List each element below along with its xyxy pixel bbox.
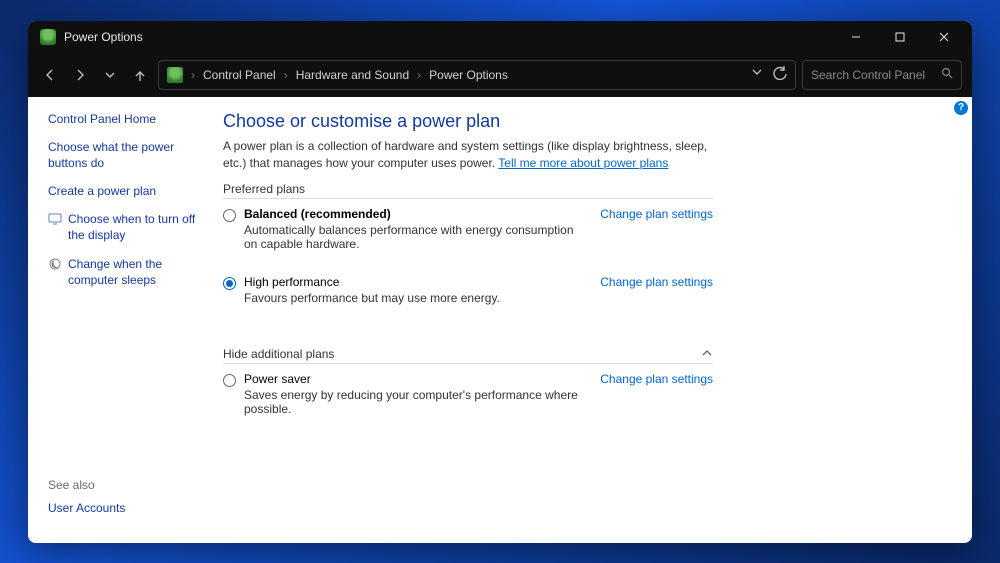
moon-icon <box>48 257 62 271</box>
chevron-right-icon: › <box>191 68 195 82</box>
forward-button[interactable] <box>68 63 92 87</box>
plan-high-title: High performance <box>244 275 580 289</box>
maximize-button[interactable] <box>878 21 922 53</box>
plan-high-radio[interactable] <box>223 277 236 290</box>
monitor-icon <box>48 212 62 226</box>
content: ? Control Panel Home Choose what the pow… <box>28 97 972 543</box>
main: Choose or customise a power plan A power… <box>213 97 972 543</box>
sidebar-sleep[interactable]: Change when the computer sleeps <box>48 256 205 288</box>
window: Power Options › Control Panel › Hardware… <box>28 21 972 543</box>
window-buttons <box>834 21 966 53</box>
up-button[interactable] <box>128 63 152 87</box>
minimize-button[interactable] <box>834 21 878 53</box>
breadcrumb-root[interactable]: Control Panel <box>203 68 276 82</box>
breadcrumb-mid[interactable]: Hardware and Sound <box>296 68 409 82</box>
search-placeholder: Search Control Panel <box>811 68 925 82</box>
plan-saver: Power saver Saves energy by reducing you… <box>223 372 713 416</box>
plan-high-settings-link[interactable]: Change plan settings <box>600 275 713 289</box>
plan-saver-desc: Saves energy by reducing your computer's… <box>244 388 580 416</box>
plan-balanced-settings-link[interactable]: Change plan settings <box>600 207 713 221</box>
sidebar-create-plan[interactable]: Create a power plan <box>48 183 205 199</box>
back-button[interactable] <box>38 63 62 87</box>
see-also: See also User Accounts <box>48 478 125 528</box>
page-description: A power plan is a collection of hardware… <box>223 138 723 173</box>
address-bar[interactable]: › Control Panel › Hardware and Sound › P… <box>158 60 796 90</box>
navbar: › Control Panel › Hardware and Sound › P… <box>28 53 972 97</box>
chevron-up-icon <box>701 347 713 362</box>
plan-high-desc: Favours performance but may use more ene… <box>244 291 580 305</box>
plan-saver-title: Power saver <box>244 372 580 386</box>
address-icon <box>167 67 183 83</box>
recent-dropdown[interactable] <box>98 63 122 87</box>
learn-more-link[interactable]: Tell me more about power plans <box>498 156 668 170</box>
breadcrumb-leaf[interactable]: Power Options <box>429 68 508 82</box>
sidebar-display-off[interactable]: Choose when to turn off the display <box>48 211 205 243</box>
search-input[interactable]: Search Control Panel <box>802 60 962 90</box>
window-title: Power Options <box>64 30 143 44</box>
preferred-plans-heading: Preferred plans <box>223 182 713 199</box>
see-also-user-accounts[interactable]: User Accounts <box>48 500 125 516</box>
refresh-button[interactable] <box>773 66 787 83</box>
power-options-icon <box>40 29 56 45</box>
sidebar-home[interactable]: Control Panel Home <box>48 111 205 127</box>
sidebar: Control Panel Home Choose what the power… <box>28 97 213 543</box>
plan-balanced: Balanced (recommended) Automatically bal… <box>223 207 713 251</box>
plan-balanced-radio[interactable] <box>223 209 236 222</box>
chevron-right-icon: › <box>284 68 288 82</box>
chevron-down-icon[interactable] <box>751 66 763 83</box>
chevron-right-icon: › <box>417 68 421 82</box>
plan-high: High performance Favours performance but… <box>223 275 713 305</box>
close-button[interactable] <box>922 21 966 53</box>
plan-balanced-desc: Automatically balances performance with … <box>244 223 580 251</box>
search-icon <box>941 67 953 82</box>
plan-saver-radio[interactable] <box>223 374 236 387</box>
see-also-heading: See also <box>48 478 125 492</box>
plan-balanced-title: Balanced (recommended) <box>244 207 580 221</box>
sidebar-power-buttons[interactable]: Choose what the power buttons do <box>48 139 205 171</box>
plan-saver-settings-link[interactable]: Change plan settings <box>600 372 713 386</box>
page-title: Choose or customise a power plan <box>223 111 950 132</box>
titlebar: Power Options <box>28 21 972 53</box>
hide-plans-heading[interactable]: Hide additional plans <box>223 347 713 364</box>
